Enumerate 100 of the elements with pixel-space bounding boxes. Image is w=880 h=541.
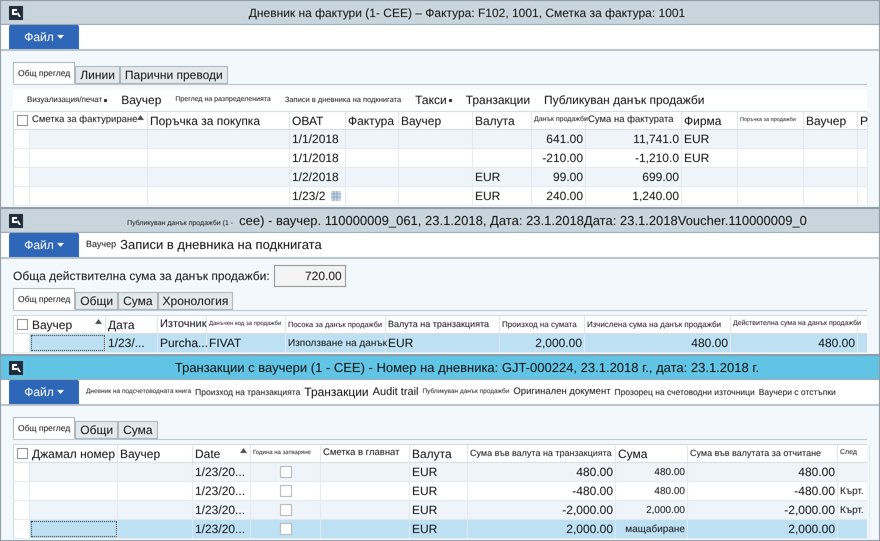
grid-row[interactable]: 1/23/20... EUR 480.00 480.00 480.00 xyxy=(14,463,867,482)
table-cell: 1/23/... xyxy=(106,334,158,352)
table-cell: 11,741.0 xyxy=(586,130,682,148)
grid-row[interactable]: 1/23/20... EUR -480.00 480.00 -480.00 Кърт. xyxy=(14,482,867,501)
toolbar-button[interactable]: Такси xyxy=(415,91,452,109)
toolbar-button[interactable]: Публикуван данък продажби xyxy=(544,91,704,109)
table-cell: 480.00 xyxy=(616,482,688,500)
menu-item[interactable]: Audit trail xyxy=(372,384,420,400)
field-label: Обща действителна сума за данък продажби: xyxy=(13,268,270,285)
menu-item[interactable]: Оригинален документ xyxy=(512,384,612,400)
column-header[interactable]: ОВАТ xyxy=(290,112,346,129)
table-cell: 480.00 xyxy=(585,334,731,352)
table-cell: 2,000.00 xyxy=(468,520,616,538)
column-header[interactable]: Поръчка за покупка xyxy=(148,112,290,129)
column-header[interactable]: Валута на транзакцията xyxy=(386,316,500,333)
tab[interactable]: Линии xyxy=(75,66,120,84)
caret-icon xyxy=(56,243,64,247)
table-cell: EUR xyxy=(473,187,532,205)
table-cell: 1/1/2018 xyxy=(290,130,346,148)
grid-row[interactable]: 1/23/2 EUR 240.00 1,240.00 xyxy=(14,187,867,206)
table-cell: 1/2/2018 xyxy=(290,168,346,186)
table-cell: EUR xyxy=(410,520,468,538)
menu-item[interactable]: Прозорец на счетоводни източници xyxy=(614,386,756,398)
select-all-checkbox[interactable] xyxy=(16,448,28,459)
column-header[interactable]: Фактура xyxy=(346,112,399,129)
tab[interactable]: Парични преводи xyxy=(120,66,228,84)
column-header[interactable]: Сума във валутата за отчитане xyxy=(688,445,838,462)
tab[interactable]: Сума xyxy=(118,292,158,310)
row-checkbox[interactable] xyxy=(280,466,292,478)
row-checkbox[interactable] xyxy=(280,504,292,516)
column-header[interactable]: Сметка за фактуриране xyxy=(30,112,148,129)
column-header[interactable]: Date xyxy=(193,445,251,462)
select-all-checkbox[interactable] xyxy=(16,115,28,126)
grid-row[interactable]: 1/2/2018 EUR 99.00 699.00 xyxy=(14,168,867,187)
table-cell: EUR xyxy=(473,168,532,186)
grid-row[interactable]: 1/23/... Purcha...FIVAT Използване на данъкEUR 2,000.00 480.00 480.00 xyxy=(14,334,867,353)
table-cell: FIVAT xyxy=(207,334,286,352)
grid-row[interactable]: 1/23/20... EUR -2,000.00 2,000.00 -2,000.00 Кърт. xyxy=(14,501,867,520)
column-header[interactable]: Сума във валута на транзакцията xyxy=(468,445,616,462)
column-header[interactable]: Фирма xyxy=(682,112,738,129)
table-cell: 2,000.00 xyxy=(500,334,585,352)
column-header[interactable]: Сума на фактурата xyxy=(586,112,682,129)
table-cell: EUR xyxy=(682,149,738,167)
table-cell: -2,000.00 xyxy=(468,501,616,519)
file-menu-button[interactable]: Файл xyxy=(9,233,79,257)
tab[interactable]: Общи xyxy=(75,421,118,439)
row-checkbox[interactable] xyxy=(280,485,292,497)
sort-arrow-icon xyxy=(95,319,102,324)
tab[interactable]: Хронология xyxy=(158,292,234,310)
column-header[interactable]: Сметка в главнат xyxy=(321,445,410,462)
column-header[interactable]: Източник xyxy=(158,316,207,333)
menu-item[interactable]: Записи в дневника на подкнигата xyxy=(119,235,323,255)
menu-item[interactable]: Ваучери с отстъпки xyxy=(758,386,837,398)
column-header[interactable]: Сума xyxy=(616,445,688,462)
column-header[interactable]: Ваучер xyxy=(118,445,193,462)
table-cell: Purcha... xyxy=(158,334,207,352)
grid-row[interactable]: 1/23/20... EUR 2,000.00 мащабиране 2,000.00 xyxy=(14,520,867,539)
grid-row[interactable]: 1/1/2018 -210.00 -1,210.0 EUR xyxy=(14,149,867,168)
app-icon xyxy=(9,214,23,228)
calendar-icon[interactable] xyxy=(331,191,341,201)
file-menu-button[interactable]: Файл xyxy=(9,25,79,49)
column-header[interactable]: Изчислена сума на данък продажби xyxy=(585,316,731,333)
toolbar-button[interactable]: Транзакции xyxy=(466,91,530,109)
table-cell: 480.00 xyxy=(688,463,838,481)
column-header[interactable]: Ваучер xyxy=(30,316,106,333)
column-header[interactable]: Ваучер xyxy=(804,112,858,129)
tab[interactable]: Сума xyxy=(118,421,158,439)
menu-item[interactable]: Ваучер xyxy=(85,238,118,252)
table-cell: 2,000.00 xyxy=(616,501,688,519)
table-cell: EUR xyxy=(410,482,468,500)
column-header[interactable]: Джамал номер xyxy=(30,445,118,462)
menu-item[interactable]: Произход на транзакцията xyxy=(194,386,302,398)
column-header[interactable]: Дата xyxy=(106,316,158,333)
table-cell: 480.00 xyxy=(616,463,688,481)
tab[interactable]: Общ преглед xyxy=(13,417,76,439)
table-cell: 1,240.00 xyxy=(586,187,682,205)
column-header[interactable]: Валута xyxy=(473,112,532,129)
table-cell: 1/23/20... xyxy=(193,463,251,481)
menu-item[interactable]: Транзакции xyxy=(303,383,370,401)
table-cell: -2,000.00 xyxy=(688,501,838,519)
row-header[interactable] xyxy=(14,520,30,538)
row-checkbox[interactable] xyxy=(280,523,292,535)
table-cell: Кърт. xyxy=(838,501,870,519)
toolbar-button[interactable]: Ваучер xyxy=(121,91,162,109)
tab[interactable]: Общи xyxy=(75,292,118,310)
select-all-checkbox[interactable] xyxy=(16,319,28,330)
tab[interactable]: Общ преглед xyxy=(13,288,76,310)
table-cell: 1/23/20... xyxy=(193,501,251,519)
row-header[interactable] xyxy=(14,168,30,186)
column-header[interactable]: Валута xyxy=(410,445,468,462)
toolbar-button[interactable]: Визуализация/печат xyxy=(27,94,108,106)
table-cell: 2,000.00 xyxy=(688,520,838,538)
column-header[interactable]: Ваучер xyxy=(399,112,473,129)
file-menu-button[interactable]: Файл xyxy=(9,380,79,404)
column-header[interactable]: Р xyxy=(858,112,868,129)
tab[interactable]: Общ преглед xyxy=(13,62,76,84)
column-header[interactable]: Произход на сумата xyxy=(500,316,585,333)
row-header[interactable] xyxy=(14,501,30,519)
grid-row[interactable]: 1/1/2018 641.00 11,741.0 EUR xyxy=(14,130,867,149)
total-amount-field[interactable]: 720.00 xyxy=(274,265,346,287)
